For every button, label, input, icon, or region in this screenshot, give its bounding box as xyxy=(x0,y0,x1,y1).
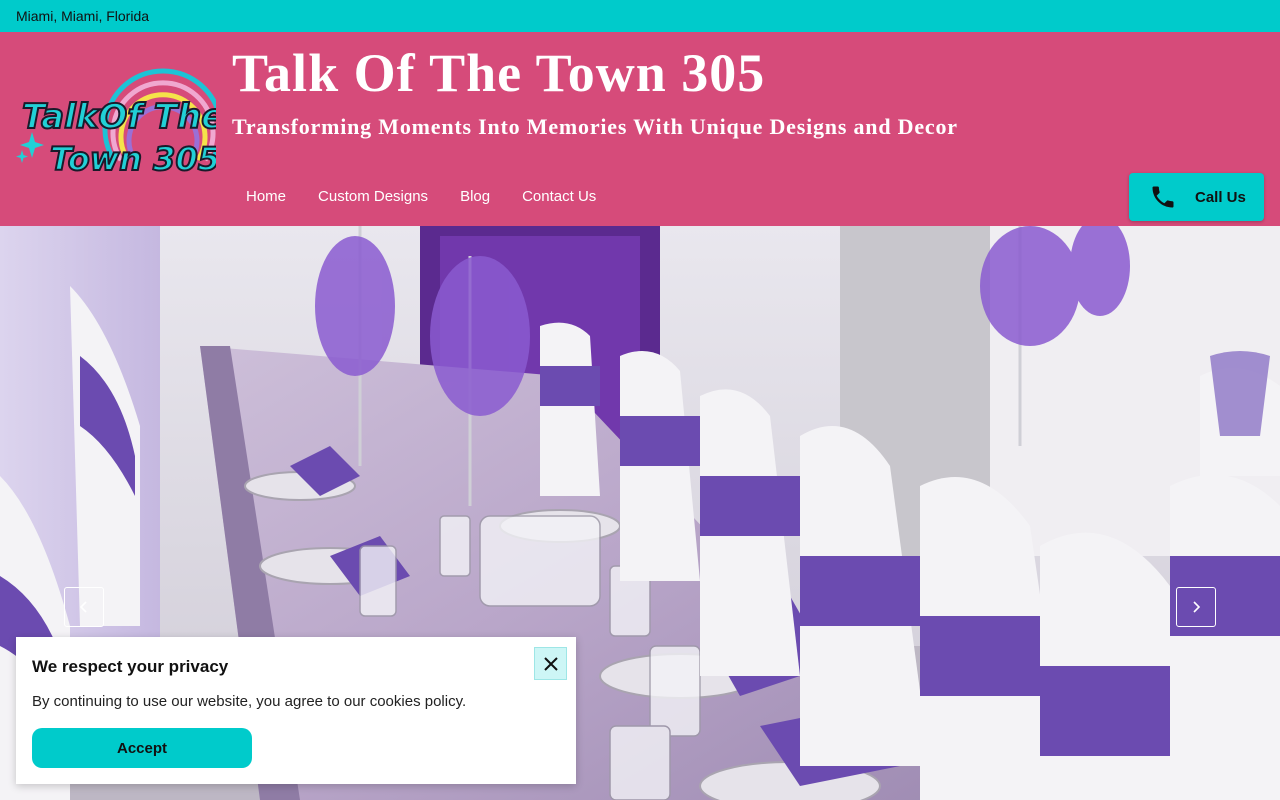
main-nav: Home Custom Designs Blog Contact Us xyxy=(232,184,612,209)
cookie-close-button[interactable] xyxy=(534,647,567,680)
logo-line1: TalkOf The xyxy=(22,97,216,137)
site-header: TalkOf The Town 305 Talk Of The Town 305… xyxy=(0,32,1280,226)
cookie-accept-button[interactable]: Accept xyxy=(32,728,252,768)
chevron-left-icon xyxy=(79,601,87,613)
nav-item-custom-designs[interactable]: Custom Designs xyxy=(302,184,444,209)
site-title[interactable]: Talk Of The Town 305 xyxy=(232,42,765,104)
cookie-title: We respect your privacy xyxy=(32,657,229,676)
cookie-banner: We respect your privacy By continuing to… xyxy=(16,637,576,784)
site-tagline: Transforming Moments Into Memories With … xyxy=(232,114,958,139)
nav-item-home[interactable]: Home xyxy=(232,184,302,209)
logo-rainbow-graphic: TalkOf The Town 305 xyxy=(16,68,225,179)
call-us-label: Call Us xyxy=(1195,188,1246,206)
top-bar: Miami, Miami, Florida xyxy=(0,0,1280,32)
chevron-right-icon xyxy=(1193,601,1201,613)
site-logo[interactable]: TalkOf The Town 305 xyxy=(16,50,225,192)
slider-prev-button[interactable] xyxy=(64,587,104,627)
call-us-button[interactable]: Call Us xyxy=(1129,173,1264,221)
cookie-text: By continuing to use our website, you ag… xyxy=(32,693,467,710)
slider-next-button[interactable] xyxy=(1176,587,1216,627)
location-text: Miami, Miami, Florida xyxy=(16,8,150,24)
nav-item-contact-us[interactable]: Contact Us xyxy=(506,184,612,209)
phone-icon xyxy=(1152,186,1174,208)
close-icon xyxy=(543,656,558,671)
nav-item-blog[interactable]: Blog xyxy=(444,184,506,209)
logo-line2: Town 305 xyxy=(50,140,216,178)
